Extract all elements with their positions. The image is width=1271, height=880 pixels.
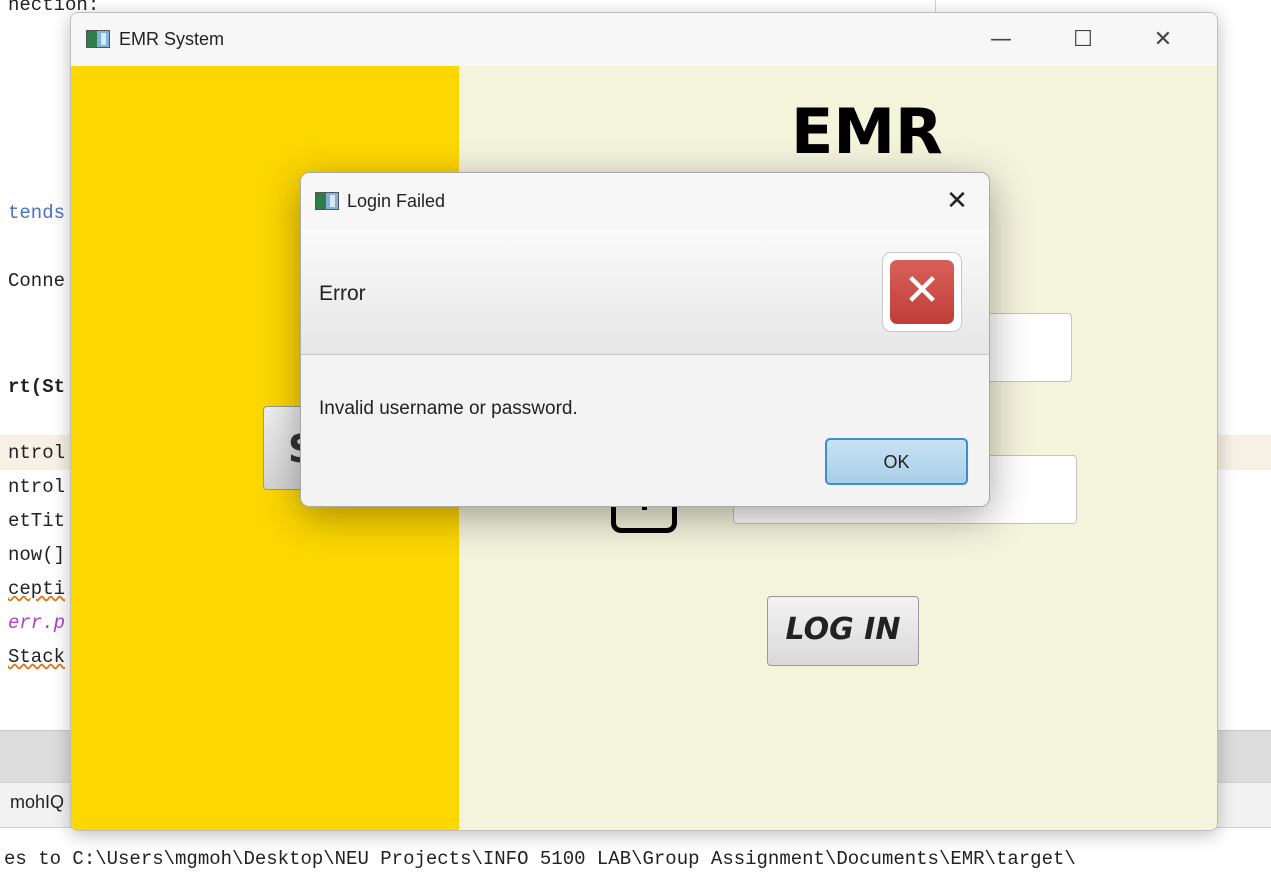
dialog-close-button[interactable]: ✕ (941, 185, 973, 217)
close-button[interactable]: ✕ (1143, 23, 1183, 57)
code-line: cepti (8, 578, 66, 600)
code-line: rt(St (8, 376, 66, 398)
code-line: now(] (8, 544, 66, 566)
code-line: Stack (8, 646, 66, 668)
code-line: tends (8, 202, 66, 224)
app-icon (86, 30, 110, 48)
dialog-titlebar[interactable]: Login Failed ✕ (301, 173, 989, 229)
minimize-button[interactable]: — (981, 23, 1021, 57)
login-failed-dialog: Login Failed ✕ Error ✕ Invalid username … (300, 172, 990, 507)
username-input[interactable] (976, 313, 1072, 382)
window-title: EMR System (119, 29, 225, 49)
error-icon: ✕ (890, 260, 954, 324)
output-panel-text: mohIQ (10, 792, 65, 812)
maximize-button[interactable]: ☐ (1063, 23, 1103, 57)
window-titlebar[interactable]: EMR System — ☐ ✕ (71, 13, 1217, 66)
login-button[interactable]: LOG IN (767, 596, 919, 666)
dialog-title: Login Failed (347, 191, 446, 211)
dialog-header-text: Error (319, 282, 366, 305)
code-line: Conne (8, 270, 66, 292)
code-line: etTit (8, 510, 66, 532)
error-icon-frame: ✕ (882, 252, 962, 332)
code-line: err.p (8, 612, 66, 634)
app-icon (315, 192, 339, 210)
dialog-message: Invalid username or password. (319, 398, 578, 419)
code-line: ntrol (8, 476, 66, 498)
output-console-line: es to C:\Users\mgmoh\Desktop\NEU Project… (4, 848, 1076, 870)
ok-button[interactable]: OK (825, 438, 968, 485)
app-heading: EMR (791, 95, 943, 168)
code-line: ntrol (8, 442, 66, 464)
